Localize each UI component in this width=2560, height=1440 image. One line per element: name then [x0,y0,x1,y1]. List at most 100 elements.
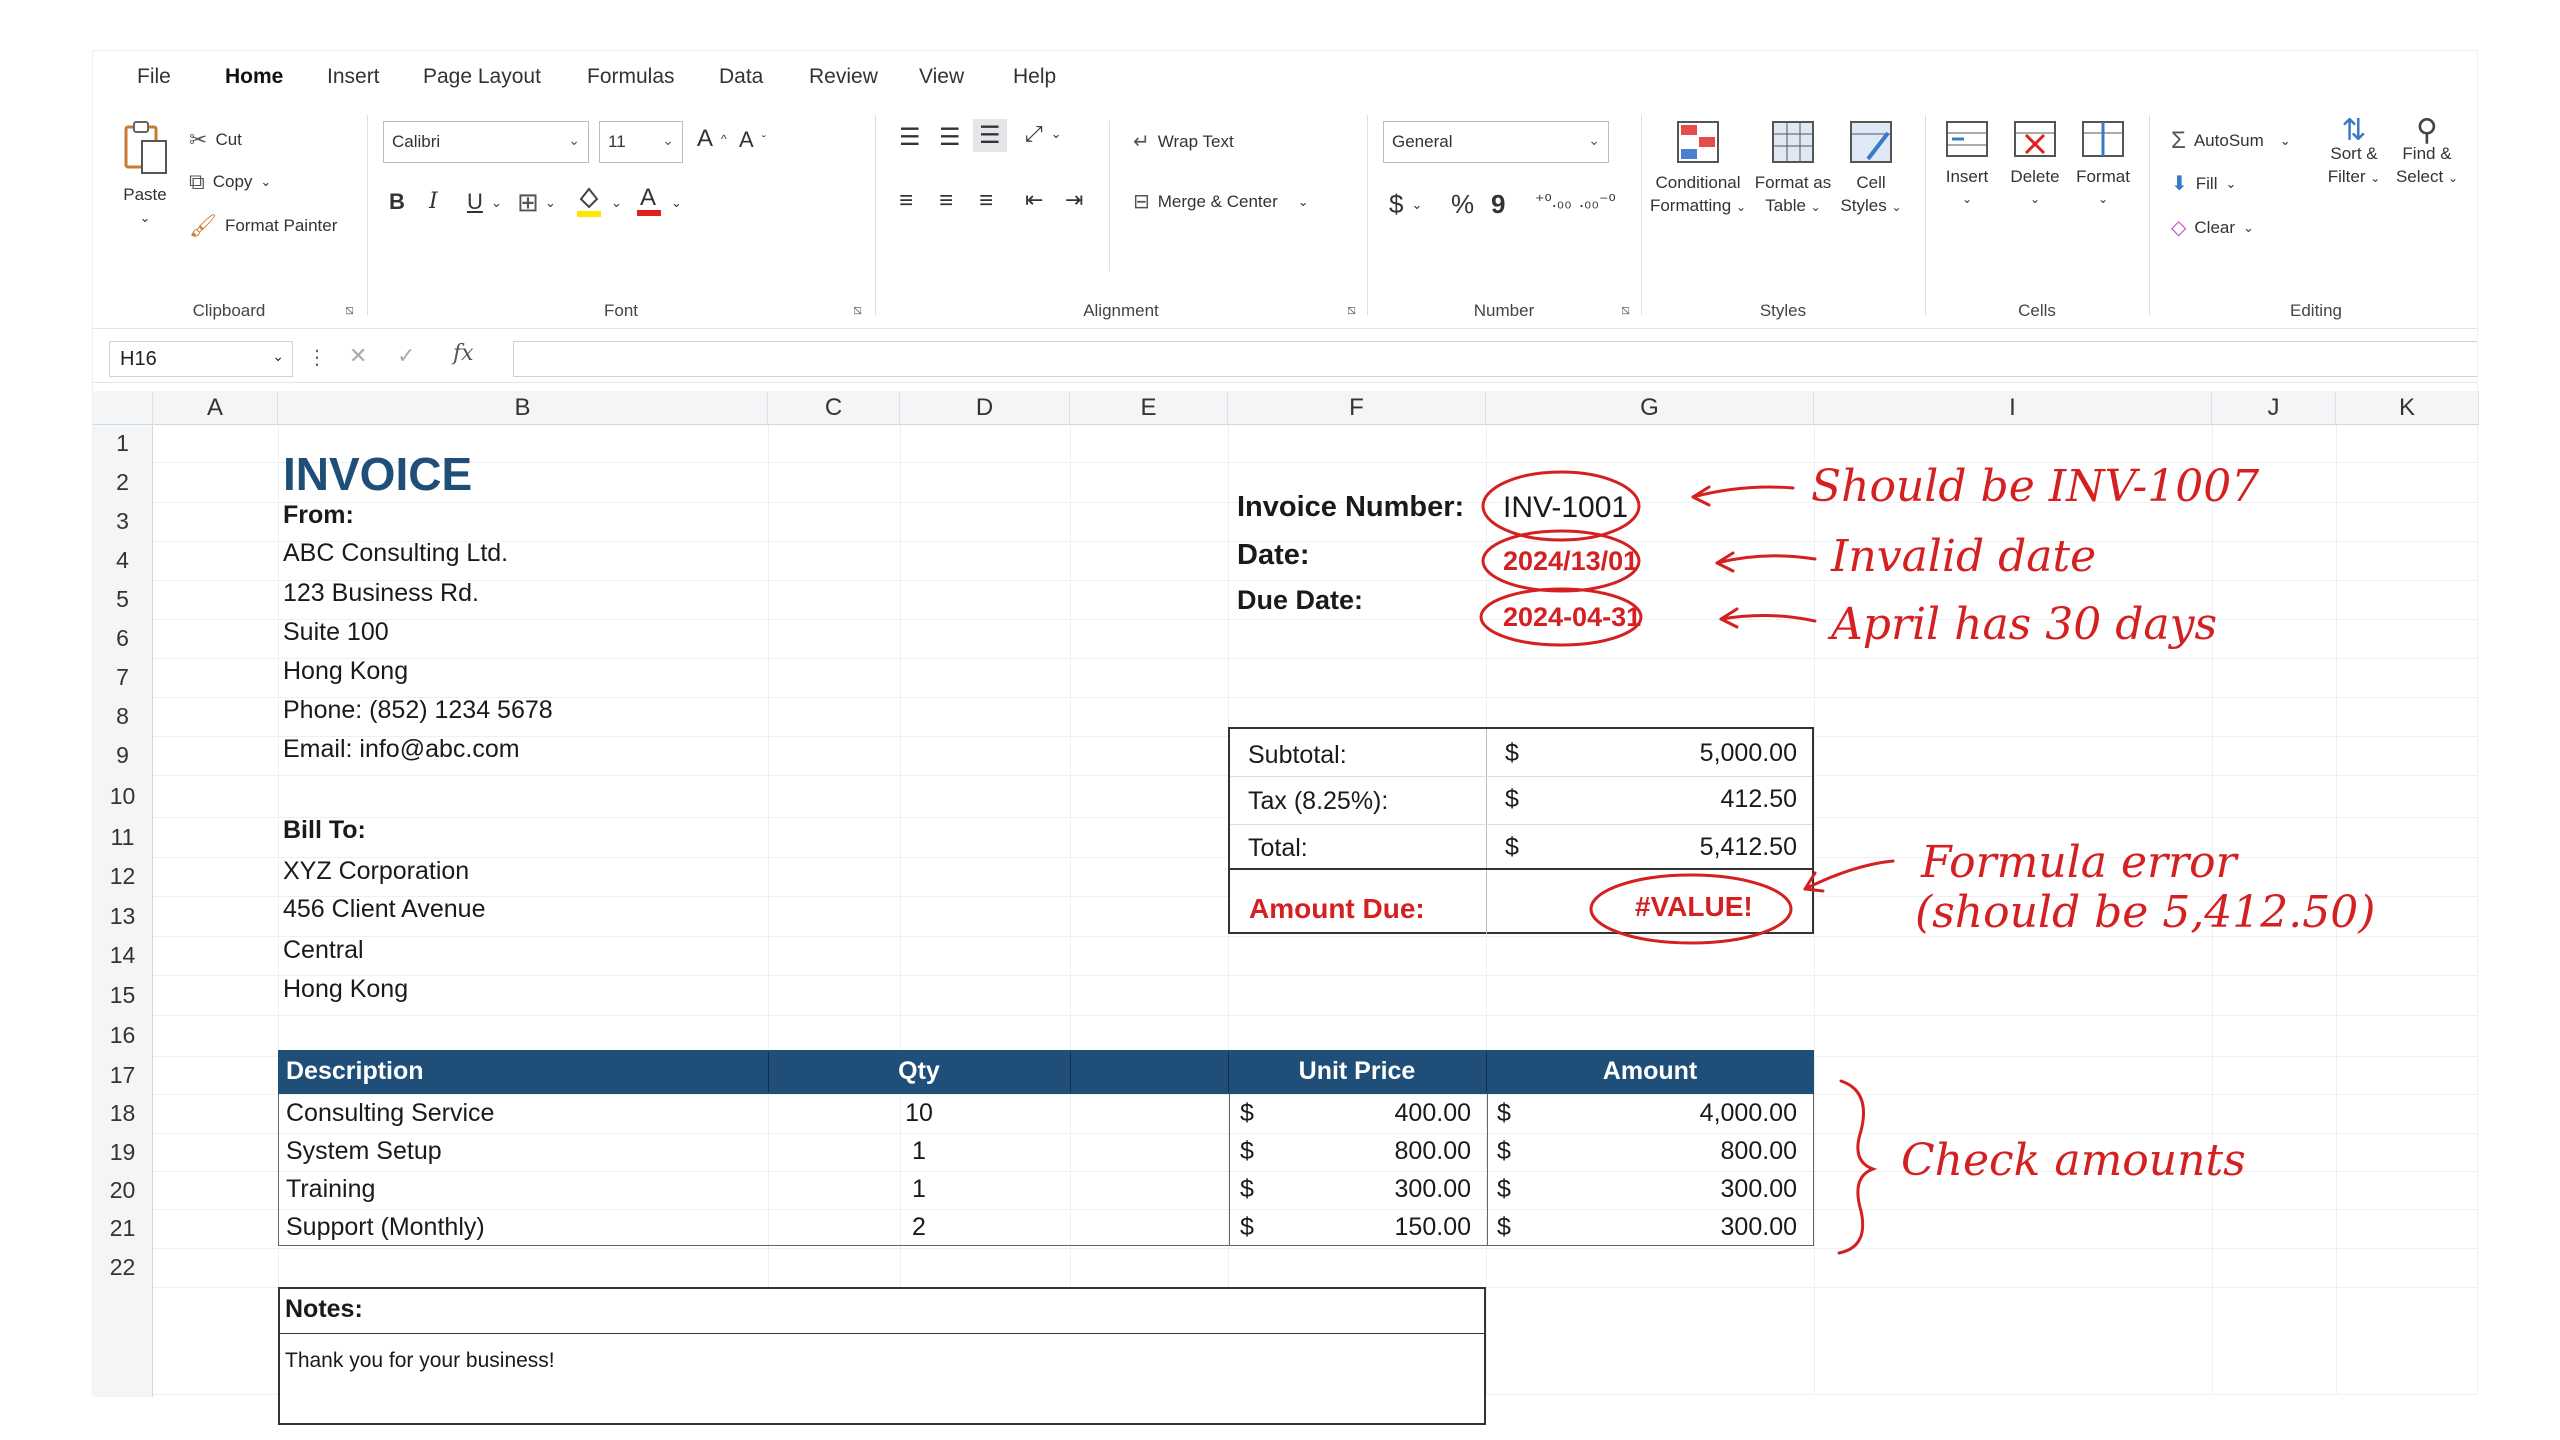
separator [1925,115,1926,315]
paste-icon [124,121,167,174]
find-select-button[interactable]: ⚲ Find & Select ⌄ [2391,114,2463,190]
editing-group: Σ AutoSum ⌄ ⬇ Fill ⌄ ◇ Clear ⌄ ⇅ Sort & Filter … [2151,105,2481,329]
eraser-icon: ◇ [2171,217,2187,239]
delete-cells-icon [2014,121,2056,157]
annotation-formula-note-2: (should be 5,412.50) [1915,887,2376,938]
delete-cells-button[interactable]: Delete ⌄ [2001,119,2069,211]
arrow-date [1715,554,1817,565]
tab-insert[interactable]: Insert [327,65,380,89]
styles-group: Conditional Formatting ⌄ Format as Table ⌄… [1643,105,1923,329]
fill-button[interactable]: ⬇ Fill ⌄ [2171,171,2236,196]
due-date-circle [1479,587,1643,647]
fill-dropdown-icon[interactable]: ⌄ [611,195,622,211]
cells-group-label: Cells [2018,301,2056,320]
font-group-label: Font [603,301,639,320]
separator [1109,121,1110,271]
number-group-label: Number [1473,301,1535,320]
merge-icon: ⊟ [1133,191,1150,213]
tab-formulas[interactable]: Formulas [587,65,675,89]
formula-input[interactable] [513,341,2477,377]
comma-button[interactable]: 9 [1491,189,1505,220]
tab-data[interactable]: Data [719,65,763,89]
increase-decimal-icon[interactable]: ⁺⁰.₀₀ [1535,191,1572,212]
fill-down-icon: ⬇ [2171,173,2188,195]
number-group: General ⌄ $ ⌄ % 9 ⁺⁰.₀₀ .₀₀⁻⁰ Number ⧅ [1369,105,1639,329]
annotation-formula-note: Formula error [1921,837,2237,888]
cell-styles-button[interactable]: Cell Styles ⌄ [1833,119,1909,219]
merge-center-button[interactable]: ⊟ Merge & Center ⌄ [1133,189,1309,214]
clipboard-launcher-icon[interactable]: ⧅ [345,301,354,318]
align-middle-icon[interactable]: ☰ [939,123,961,152]
paste-label: Paste [123,185,167,204]
sort-filter-icon: ⇅ [2341,114,2367,147]
tab-review[interactable]: Review [809,65,878,89]
align-right-icon[interactable]: ≡ [979,187,993,215]
align-left-icon[interactable]: ≡ [899,187,913,215]
scissors-icon: ✂ [189,127,208,152]
editing-group-label: Editing [2290,301,2342,320]
amount-due-circle [1589,873,1793,945]
font-color-dropdown-icon[interactable]: ⌄ [671,195,682,211]
font-size-select[interactable]: 11 ⌄ [599,121,683,163]
underline-dropdown-icon[interactable]: ⌄ [491,195,502,211]
align-center-icon[interactable]: ≡ [939,187,953,215]
borders-icon[interactable]: ⊞ [517,187,539,218]
percent-button[interactable]: % [1451,189,1474,220]
alignment-launcher-icon[interactable]: ⧅ [1347,301,1356,318]
decrease-indent-icon[interactable]: ⇤ [1025,187,1043,213]
align-bottom-icon[interactable]: ☰ [973,119,1007,152]
alignment-group-label: Alignment [1083,301,1159,320]
font-color-icon[interactable]: A [635,183,663,217]
sort-filter-button[interactable]: ⇅ Sort & Filter ⌄ [2319,114,2389,190]
annotation-inv-note: Should be INV-1007 [1811,461,2260,512]
copy-button[interactable]: ⧉ Copy ⌄ [189,169,271,195]
orientation-icon[interactable]: ⤢ ⌄ [1025,121,1062,147]
format-as-table-icon [1772,121,1814,163]
conditional-formatting-button[interactable]: Conditional Formatting ⌄ [1643,119,1753,219]
borders-dropdown-icon[interactable]: ⌄ [545,195,556,211]
font-launcher-icon[interactable]: ⧅ [853,301,862,318]
fill-color-icon[interactable] [575,185,603,217]
number-launcher-icon[interactable]: ⧅ [1621,301,1630,318]
clear-button[interactable]: ◇ Clear ⌄ [2171,215,2254,240]
decrease-decimal-icon[interactable]: .₀₀⁻⁰ [1579,191,1616,212]
decrease-font-icon[interactable]: Aˇ [739,127,766,153]
tab-help[interactable]: Help [1013,65,1056,89]
paste-button[interactable]: Paste ⌄ [115,119,175,229]
number-format-select[interactable]: General ⌄ [1383,121,1609,163]
align-top-icon[interactable]: ☰ [899,123,921,152]
format-as-table-button[interactable]: Format as Table ⌄ [1751,119,1835,219]
separator [1641,115,1642,315]
spreadsheet-grid[interactable]: A B C D E F G I J K 1 2 3 4 5 6 7 8 9 10 11 12 13 14 1… [93,391,2479,1425]
increase-font-icon[interactable]: A ^ [697,125,727,153]
tab-home[interactable]: Home [225,65,283,89]
format-cells-button[interactable]: Format ⌄ [2069,119,2137,211]
autosum-button[interactable]: Σ AutoSum ⌄ [2171,127,2291,155]
more-options-icon[interactable]: ⋮ [307,345,327,370]
tab-page-layout[interactable]: Page Layout [423,65,541,89]
underline-button[interactable]: U [467,189,483,215]
format-painter-button[interactable]: 🖌 Format Painter [189,213,337,239]
italic-button[interactable]: I [429,189,438,214]
magnifier-icon: ⚲ [2416,114,2438,147]
separator [367,115,368,315]
arrow-formula [1803,859,1895,891]
cancel-icon[interactable]: ✕ [349,343,367,369]
ribbon-tabs: File Home Insert Page Layout Formulas Da… [93,51,2477,105]
tab-view[interactable]: View [919,65,964,89]
arrow-due [1719,613,1817,623]
increase-indent-icon[interactable]: ⇥ [1065,187,1083,213]
tab-file[interactable]: File [137,65,171,89]
cut-button[interactable]: ✂ Cut [189,127,242,153]
insert-cells-button[interactable]: Insert ⌄ [1933,119,2001,211]
bold-button[interactable]: B [389,189,405,215]
copy-icon: ⧉ [189,169,205,194]
enter-icon[interactable]: ✓ [397,343,415,369]
wrap-text-button[interactable]: ↵ Wrap Text [1133,129,1234,154]
font-name-select[interactable]: Calibri ⌄ [383,121,589,163]
brush-icon: 🖌 [189,213,217,238]
function-icon[interactable]: fx [453,341,474,366]
currency-button[interactable]: $ ⌄ [1389,189,1422,220]
name-box[interactable]: H16 ⌄ [109,341,293,377]
alignment-group: ☰ ☰ ☰ ⤢ ⌄ ≡ ≡ ≡ ⇤ ⇥ ↵ Wrap Text ⊟ Merge & … [877,105,1365,329]
